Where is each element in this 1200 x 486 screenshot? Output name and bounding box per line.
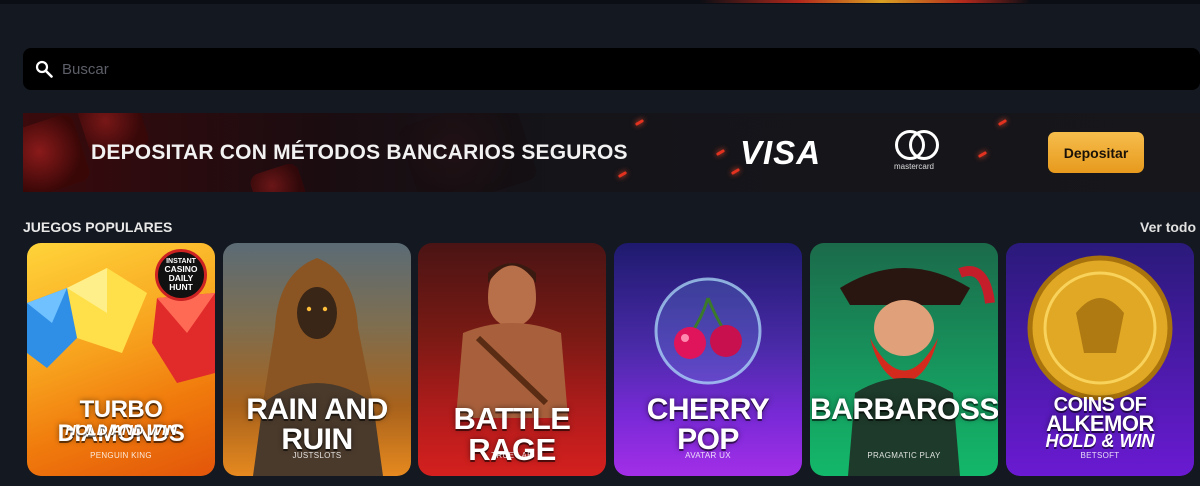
spark (634, 118, 645, 127)
spark (715, 148, 726, 157)
game-card-turbo-diamonds[interactable]: INSTANT CASINO DAILY HUNT TURBO DIAMONDS… (27, 243, 215, 476)
game-provider: JUSTSLOTS (292, 451, 342, 460)
mastercard-label: mastercard (893, 162, 934, 171)
game-card-battle-rage[interactable]: BATTLE RAGE TRUE LAB (418, 243, 606, 476)
game-provider: TRUE LAB (491, 451, 533, 460)
mastercard-circle-right (909, 130, 939, 160)
search-input[interactable] (62, 60, 662, 78)
search-icon[interactable] (34, 59, 54, 79)
game-provider: PENGUIN KING (90, 451, 152, 460)
game-card-rain-and-ruin[interactable]: RAIN AND RUIN JUSTSLOTS (223, 243, 411, 476)
game-title: RAIN AND RUIN (246, 393, 388, 456)
popular-games-row: INSTANT CASINO DAILY HUNT TURBO DIAMONDS… (27, 243, 1200, 476)
spark (617, 170, 628, 179)
search-bar[interactable] (23, 48, 1200, 90)
daily-hunt-badge: INSTANT CASINO DAILY HUNT (155, 249, 207, 301)
banner-headline: DEPOSITAR CON MÉTODOS BANCARIOS SEGUROS (91, 141, 628, 164)
top-banner-strip (0, 0, 1200, 4)
game-title: CHERRY POP (646, 393, 770, 456)
deposit-button[interactable]: Depositar (1048, 132, 1144, 173)
section-title: JUEGOS POPULARES (23, 219, 173, 235)
deposit-banner: DEPOSITAR CON MÉTODOS BANCARIOS SEGUROS … (23, 113, 1200, 192)
game-art (810, 243, 998, 476)
visa-logo: VISA (740, 134, 822, 171)
game-subtitle: HOLD AND WIN (65, 422, 177, 439)
game-title: BARBAROSSA (810, 393, 998, 426)
mastercard-logo: mastercard (885, 128, 943, 172)
dice-image (248, 161, 308, 192)
see-all-link[interactable]: Ver todo (1140, 219, 1196, 235)
spark (977, 150, 988, 159)
game-provider: AVATAR UX (685, 451, 731, 460)
badge-text: HUNT (169, 282, 193, 293)
game-card-cherry-pop[interactable]: CHERRY POP AVATAR UX (614, 243, 802, 476)
game-card-coins-of-alkemor[interactable]: COINS OF ALKEMOR HOLD & WIN BETSOFT (1006, 243, 1194, 476)
game-provider: BETSOFT (1080, 451, 1120, 460)
top-banner-glow (700, 0, 1030, 3)
spark (730, 167, 741, 176)
game-provider: PRAGMATIC PLAY (867, 451, 941, 460)
spark (997, 118, 1008, 127)
game-subtitle: HOLD & WIN (1045, 431, 1155, 451)
game-card-barbarossa[interactable]: BARBAROSSA PRAGMATIC PLAY (810, 243, 998, 476)
